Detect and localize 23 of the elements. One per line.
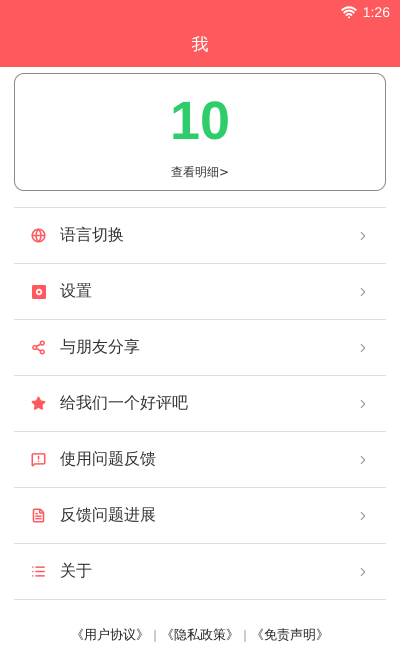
footer-link[interactable]: 《用户协议》 — [70, 626, 149, 644]
feedback-icon — [31, 452, 46, 467]
menu-item[interactable]: 反馈问题进展 — [14, 488, 386, 544]
menu-item[interactable]: 与朋友分享 — [14, 320, 386, 376]
menu-item[interactable]: 使用问题反馈 — [14, 432, 386, 488]
points-value: 10 — [170, 94, 230, 148]
separator: | — [243, 628, 248, 642]
share-icon — [31, 340, 46, 355]
list-icon — [31, 564, 46, 579]
menu-item[interactable]: 给我们一个好评吧 — [14, 376, 386, 432]
menu-item[interactable]: 语言切换 — [14, 208, 386, 264]
footer-link[interactable]: 《隐私政策》 — [161, 626, 239, 644]
globe-icon — [31, 228, 46, 243]
separator: | — [152, 628, 157, 642]
star-icon — [31, 396, 46, 411]
menu-item[interactable]: 关于 — [14, 544, 386, 600]
details-link[interactable]: 查看明细> — [170, 164, 230, 181]
footer-link[interactable]: 《免责声明》 — [251, 626, 330, 644]
menu-item[interactable]: 设置 — [14, 264, 386, 320]
wifi-icon — [340, 4, 357, 20]
document-icon — [31, 508, 46, 523]
status-time: 1:26 — [362, 4, 390, 20]
page-title: 我 — [190, 34, 210, 57]
